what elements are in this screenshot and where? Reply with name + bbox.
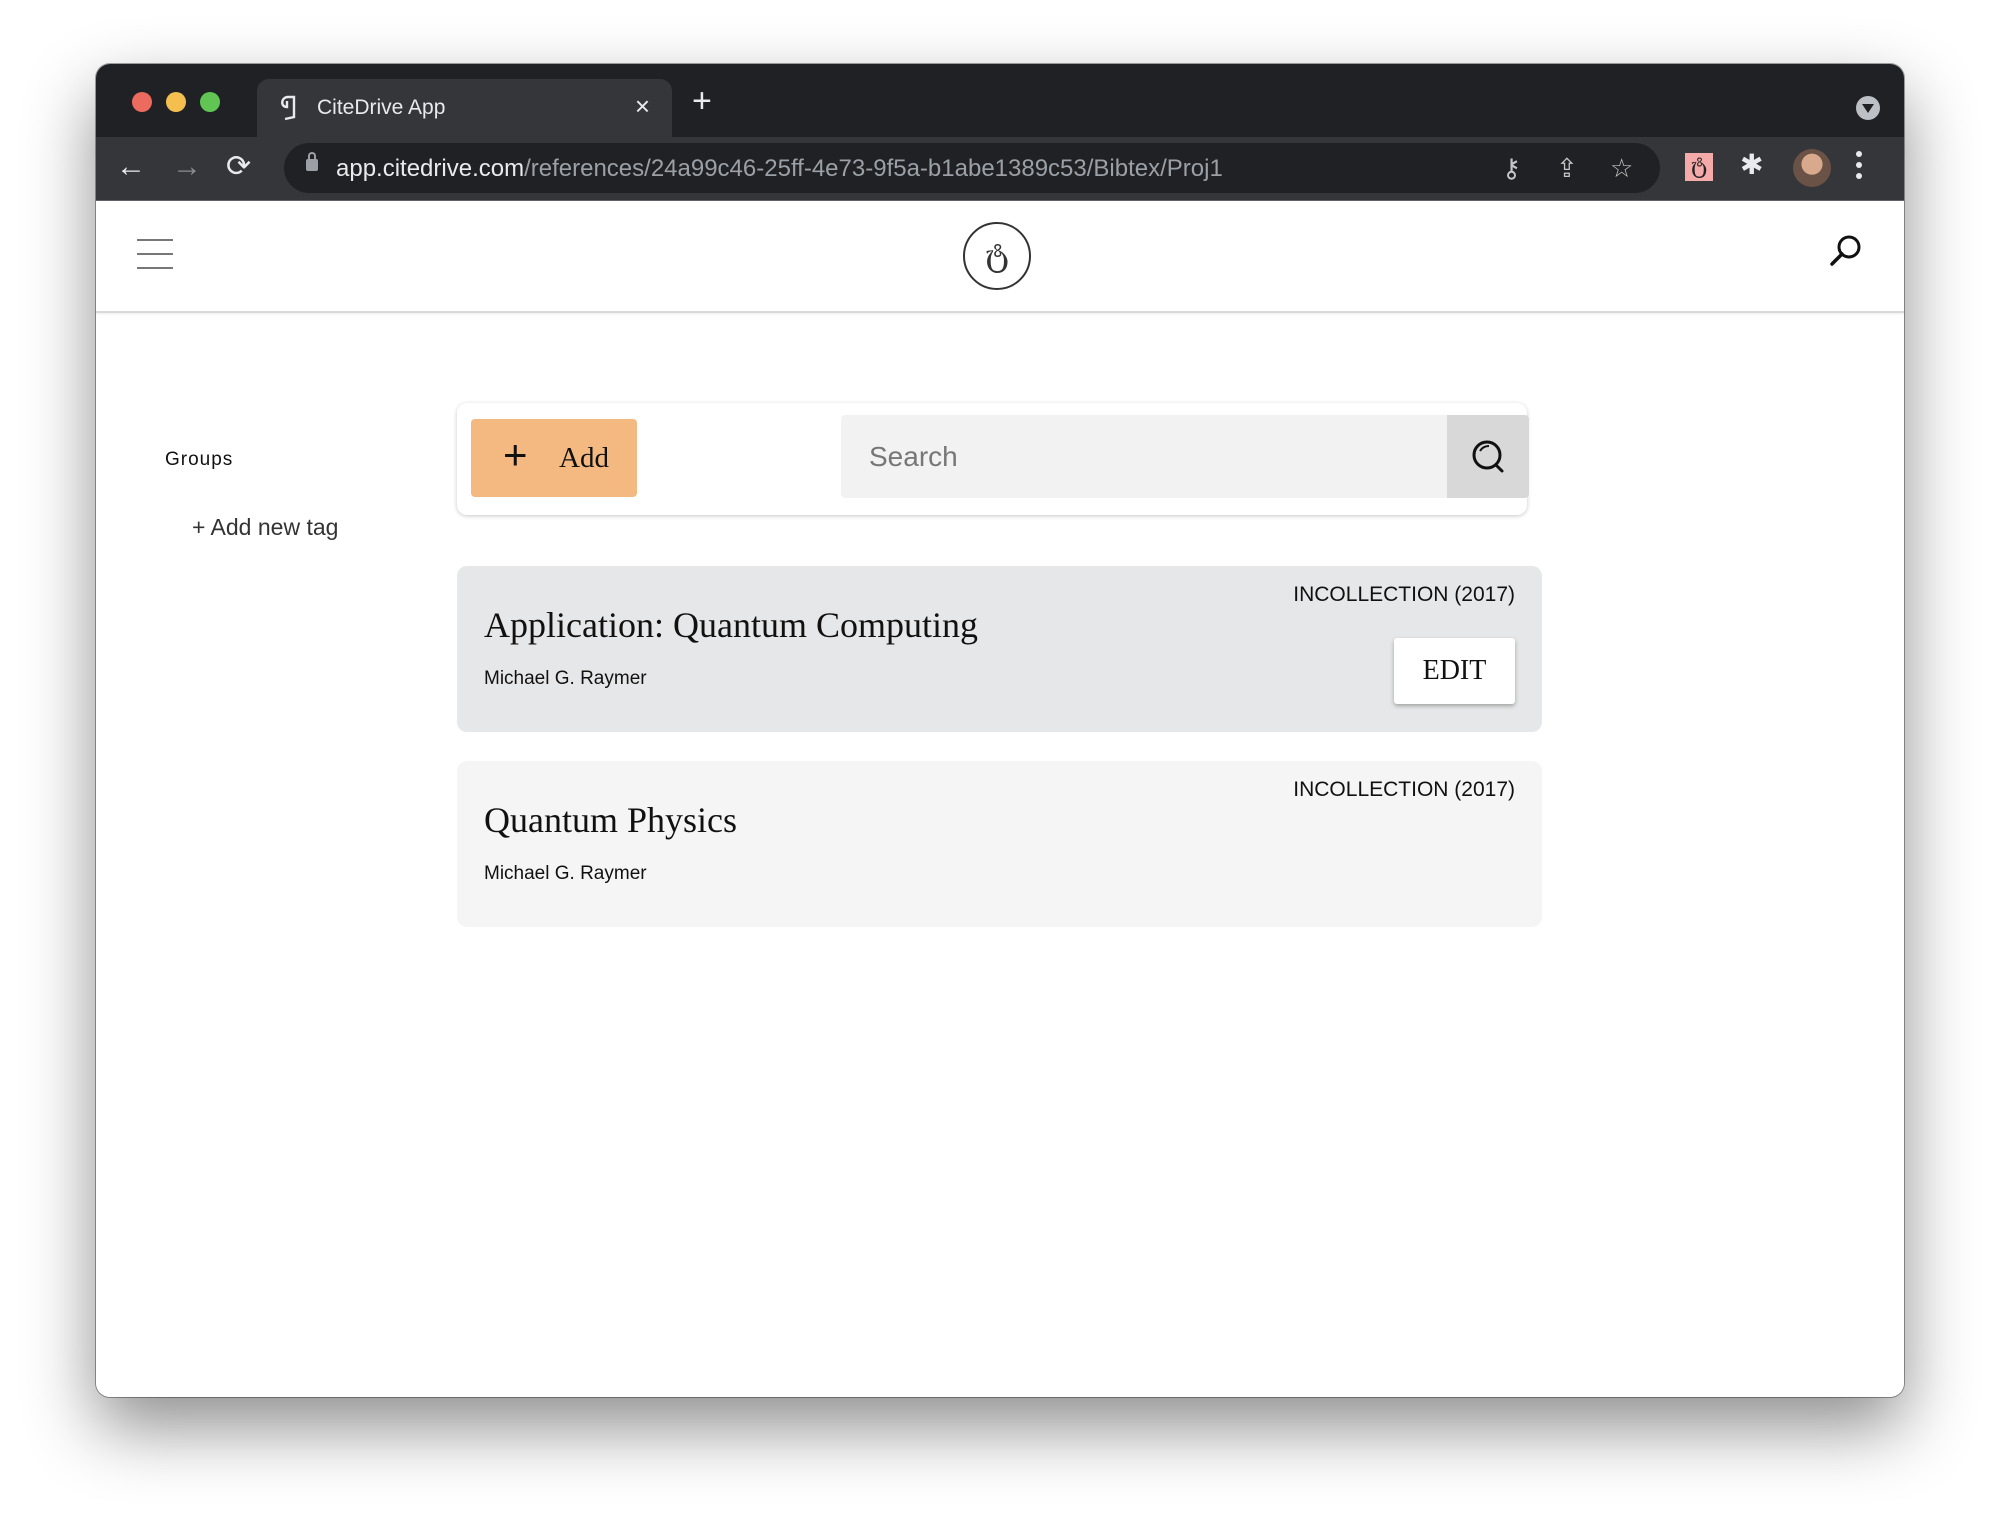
search-button[interactable] bbox=[1447, 415, 1529, 498]
url-host: app.citedrive.com bbox=[336, 155, 525, 182]
tab-title: CiteDrive App bbox=[317, 96, 446, 119]
app-header: ტ bbox=[96, 201, 1904, 313]
reference-title[interactable]: Application: Quantum Computing bbox=[484, 604, 978, 646]
profile-avatar[interactable] bbox=[1793, 149, 1831, 187]
search-input[interactable] bbox=[841, 415, 1447, 498]
maximize-window-button[interactable] bbox=[200, 92, 220, 112]
close-window-button[interactable] bbox=[132, 92, 152, 112]
app-content: ტ Groups + Add new tag + Add Search INCO… bbox=[96, 201, 1904, 1397]
tab-citedrive[interactable]: CiteDrive App × bbox=[257, 79, 672, 137]
action-bar: + Add bbox=[457, 403, 1529, 515]
lock-icon[interactable] bbox=[306, 152, 318, 171]
reference-title[interactable]: Quantum Physics bbox=[484, 799, 737, 841]
browser-window: CiteDrive App × + ← → ⟳ app.citedrive.co… bbox=[96, 64, 1904, 1397]
new-tab-button[interactable]: + bbox=[692, 82, 712, 121]
header-search-icon[interactable] bbox=[1826, 231, 1866, 271]
browser-menu-icon[interactable] bbox=[1856, 151, 1862, 184]
add-label: Add bbox=[559, 442, 609, 474]
tab-bar: CiteDrive App × + bbox=[96, 64, 1904, 137]
minimize-window-button[interactable] bbox=[166, 92, 186, 112]
extensions-puzzle-icon[interactable]: ✱ bbox=[1740, 148, 1763, 181]
password-key-icon[interactable]: ⚷ bbox=[1502, 153, 1521, 184]
close-tab-icon[interactable]: × bbox=[635, 91, 650, 122]
citedrive-logo[interactable]: ტ bbox=[963, 222, 1031, 290]
url-text[interactable]: app.citedrive.com/references/24a99c46-25… bbox=[336, 155, 1223, 183]
forward-button[interactable]: → bbox=[172, 149, 202, 185]
add-reference-button[interactable]: + Add bbox=[471, 419, 637, 497]
reference-type: INCOLLECTION (2017) bbox=[1293, 583, 1515, 606]
search-icon bbox=[1472, 440, 1504, 473]
groups-heading: Groups bbox=[165, 449, 234, 470]
address-bar[interactable]: app.citedrive.com/references/24a99c46-25… bbox=[284, 143, 1660, 193]
url-path: /references/24a99c46-25ff-4e73-9f5a-b1ab… bbox=[524, 155, 1223, 182]
reference-card[interactable]: INCOLLECTION (2017) Application: Quantum… bbox=[457, 566, 1542, 732]
reference-type: INCOLLECTION (2017) bbox=[1293, 778, 1515, 801]
reference-author: Michael G. Raymer bbox=[484, 863, 647, 884]
citedrive-extension-icon[interactable]: ტ bbox=[1685, 153, 1713, 181]
edit-button[interactable]: EDIT bbox=[1394, 638, 1515, 704]
share-icon[interactable]: ⇪ bbox=[1556, 153, 1578, 184]
reference-author: Michael G. Raymer bbox=[484, 668, 647, 689]
back-button[interactable]: ← bbox=[116, 149, 146, 185]
hamburger-menu-icon[interactable] bbox=[137, 239, 173, 271]
add-new-tag-link[interactable]: + Add new tag bbox=[192, 514, 338, 541]
browser-toolbar: ← → ⟳ app.citedrive.com/references/24a99… bbox=[96, 137, 1904, 201]
search-group bbox=[841, 415, 1531, 498]
reference-card[interactable]: INCOLLECTION (2017) Quantum Physics Mich… bbox=[457, 761, 1542, 927]
citedrive-favicon-icon bbox=[281, 95, 296, 121]
bookmark-star-icon[interactable]: ☆ bbox=[1610, 153, 1633, 184]
plus-icon: + bbox=[503, 431, 528, 478]
reload-button[interactable]: ⟳ bbox=[226, 149, 251, 185]
tab-search-icon[interactable] bbox=[1856, 96, 1880, 120]
